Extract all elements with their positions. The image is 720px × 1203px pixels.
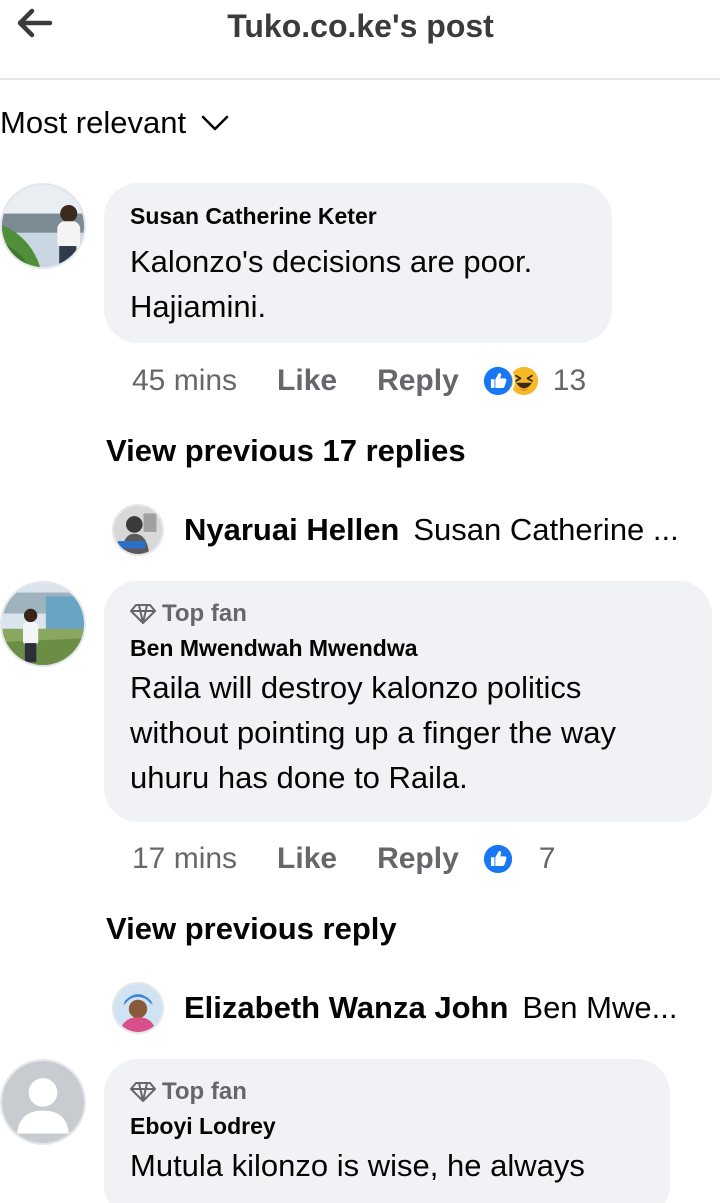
reply-button[interactable]: Reply [377, 842, 459, 876]
chevron-down-icon [201, 115, 229, 131]
comment-author[interactable]: Eboyi Lodrey [130, 1111, 644, 1141]
reaction-count[interactable]: 7 [539, 842, 556, 876]
comment-timestamp[interactable]: 17 mins [132, 842, 237, 876]
comment-timestamp[interactable]: 45 mins [132, 364, 237, 398]
diamond-icon [130, 604, 156, 624]
comment-actions: 45 mins Like Reply 13 [132, 359, 586, 403]
comment-bubble: Top fan Ben Mwendwah Mwendwa Raila will … [104, 581, 712, 822]
avatar [112, 504, 164, 556]
reply-author: Elizabeth Wanza John [184, 990, 509, 1025]
comment-author[interactable]: Susan Catherine Keter [130, 201, 586, 231]
comment-author[interactable]: Ben Mwendwah Mwendwa [130, 633, 686, 663]
view-previous-replies[interactable]: View previous reply [106, 911, 397, 947]
avatar[interactable] [0, 1059, 86, 1145]
view-previous-replies[interactable]: View previous 17 replies [106, 433, 466, 469]
like-button[interactable]: Like [277, 842, 337, 876]
page-title: Tuko.co.ke's post [227, 8, 494, 44]
like-reaction-icon [480, 364, 515, 398]
comment-actions: 17 mins Like Reply 7 [132, 837, 555, 881]
reply-author: Nyaruai Hellen [184, 512, 400, 547]
reply-preview[interactable]: Nyaruai Hellen Susan Catherine ... [112, 502, 720, 558]
avatar [112, 982, 164, 1034]
comment-text: Mutula kilonzo is wise, he always [130, 1148, 585, 1183]
reaction-count[interactable]: 13 [553, 364, 586, 398]
sort-label: Most relevant [0, 105, 187, 140]
reactions-summary[interactable] [480, 842, 515, 876]
comment-bubble: Susan Catherine Keter Kalonzo's decision… [104, 183, 612, 343]
reply-button[interactable]: Reply [377, 364, 459, 398]
avatar[interactable] [0, 581, 86, 667]
comment-text: Raila will destroy kalonzo politics with… [130, 670, 616, 795]
top-fan-badge: Top fan [130, 1077, 644, 1107]
comment-text: Kalonzo's decisions are poor. Hajiamini. [130, 244, 533, 324]
top-fan-badge: Top fan [130, 599, 686, 629]
like-button[interactable]: Like [277, 364, 337, 398]
reactions-summary[interactable] [480, 364, 541, 398]
diamond-icon [130, 1082, 156, 1102]
avatar[interactable] [0, 183, 86, 269]
like-reaction-icon [480, 842, 515, 876]
reply-snippet: Susan Catherine ... [413, 512, 679, 547]
comment-bubble: Top fan Eboyi Lodrey Mutula kilonzo is w… [104, 1059, 670, 1203]
reply-preview[interactable]: Elizabeth Wanza John Ben Mwe... [112, 980, 720, 1036]
reply-snippet: Ben Mwe... [522, 990, 678, 1025]
top-bar: Tuko.co.ke's post [0, 0, 720, 80]
sort-dropdown[interactable]: Most relevant [0, 101, 230, 145]
